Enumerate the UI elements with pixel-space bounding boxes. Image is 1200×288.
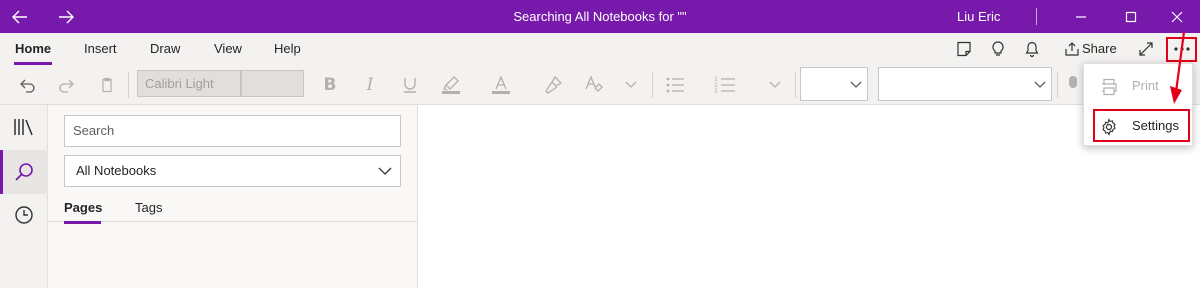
- printer-icon: [1102, 78, 1117, 96]
- chevron-down-icon: [378, 167, 392, 175]
- bold-icon[interactable]: B: [318, 71, 342, 99]
- user-name[interactable]: Liu Eric: [957, 0, 1000, 33]
- format-painter-icon[interactable]: [540, 71, 566, 99]
- menu-item-label: Settings: [1132, 118, 1179, 133]
- left-navigation: [0, 105, 48, 288]
- chevron-down-icon[interactable]: [620, 71, 642, 99]
- clear-formatting-icon[interactable]: [580, 71, 606, 99]
- tab-pages[interactable]: Pages: [64, 200, 102, 215]
- title-bar: Searching All Notebooks for "" Liu Eric: [0, 0, 1200, 33]
- svg-text:3: 3: [714, 88, 718, 95]
- bullet-list-icon[interactable]: [662, 71, 688, 99]
- maximize-icon[interactable]: [1116, 0, 1146, 33]
- notebook-scope-dropdown[interactable]: All Notebooks: [64, 155, 401, 187]
- ribbon-tabs: Home Insert Draw View Help Share: [0, 33, 1200, 65]
- toolbar-divider: [128, 72, 129, 98]
- close-icon[interactable]: [1162, 0, 1192, 33]
- annotation-arrow: [1170, 31, 1186, 104]
- highlighter-icon[interactable]: [438, 71, 464, 99]
- search-icon[interactable]: [0, 150, 48, 194]
- redo-icon[interactable]: [54, 71, 80, 99]
- toolbar-divider: [1057, 72, 1058, 98]
- active-panel-tab-underline: [64, 221, 101, 224]
- font-color-icon[interactable]: [488, 71, 514, 99]
- bell-icon[interactable]: [1020, 37, 1044, 61]
- search-panel: Search All Notebooks Pages Tags: [48, 105, 418, 288]
- title-divider: [1036, 8, 1037, 25]
- recent-icon[interactable]: [0, 195, 48, 235]
- scope-value: All Notebooks: [76, 163, 157, 178]
- tab-help[interactable]: Help: [274, 33, 301, 65]
- microphone-icon[interactable]: [1064, 71, 1082, 99]
- formatting-toolbar: Calibri Light B I 123: [0, 65, 1200, 105]
- undo-icon[interactable]: [14, 71, 40, 99]
- font-name-box[interactable]: Calibri Light: [137, 70, 241, 97]
- clipboard-icon[interactable]: [94, 71, 120, 99]
- notebooks-icon[interactable]: [0, 107, 48, 147]
- toolbar-divider: [652, 72, 653, 98]
- chevron-down-icon[interactable]: [764, 71, 786, 99]
- active-nav-indicator: [0, 150, 3, 194]
- menu-item-settings[interactable]: Settings: [1084, 108, 1194, 144]
- tab-divider: [48, 221, 418, 222]
- back-arrow-icon[interactable]: [8, 0, 32, 33]
- chevron-down-icon: [850, 81, 862, 88]
- window-title: Searching All Notebooks for "": [513, 9, 687, 24]
- heading-select[interactable]: [878, 67, 1052, 101]
- forward-arrow-icon[interactable]: [54, 0, 78, 33]
- style-select[interactable]: [800, 67, 868, 101]
- font-size-box[interactable]: [241, 70, 304, 97]
- share-icon[interactable]: [1060, 37, 1084, 61]
- tab-home[interactable]: Home: [15, 33, 51, 65]
- gear-icon: [1102, 118, 1116, 136]
- tab-draw[interactable]: Draw: [150, 33, 180, 65]
- underline-icon[interactable]: [398, 71, 422, 99]
- search-input[interactable]: Search: [64, 115, 401, 147]
- toolbar-divider: [795, 72, 796, 98]
- lightbulb-icon[interactable]: [986, 37, 1010, 61]
- tab-insert[interactable]: Insert: [84, 33, 117, 65]
- tab-tags[interactable]: Tags: [135, 200, 162, 215]
- italic-icon[interactable]: I: [358, 71, 382, 99]
- minimize-icon[interactable]: [1066, 0, 1096, 33]
- share-button[interactable]: Share: [1082, 33, 1117, 65]
- tab-view[interactable]: View: [214, 33, 242, 65]
- sticky-notes-icon[interactable]: [952, 37, 976, 61]
- numbered-list-icon[interactable]: 123: [712, 71, 738, 99]
- chevron-down-icon: [1034, 81, 1046, 88]
